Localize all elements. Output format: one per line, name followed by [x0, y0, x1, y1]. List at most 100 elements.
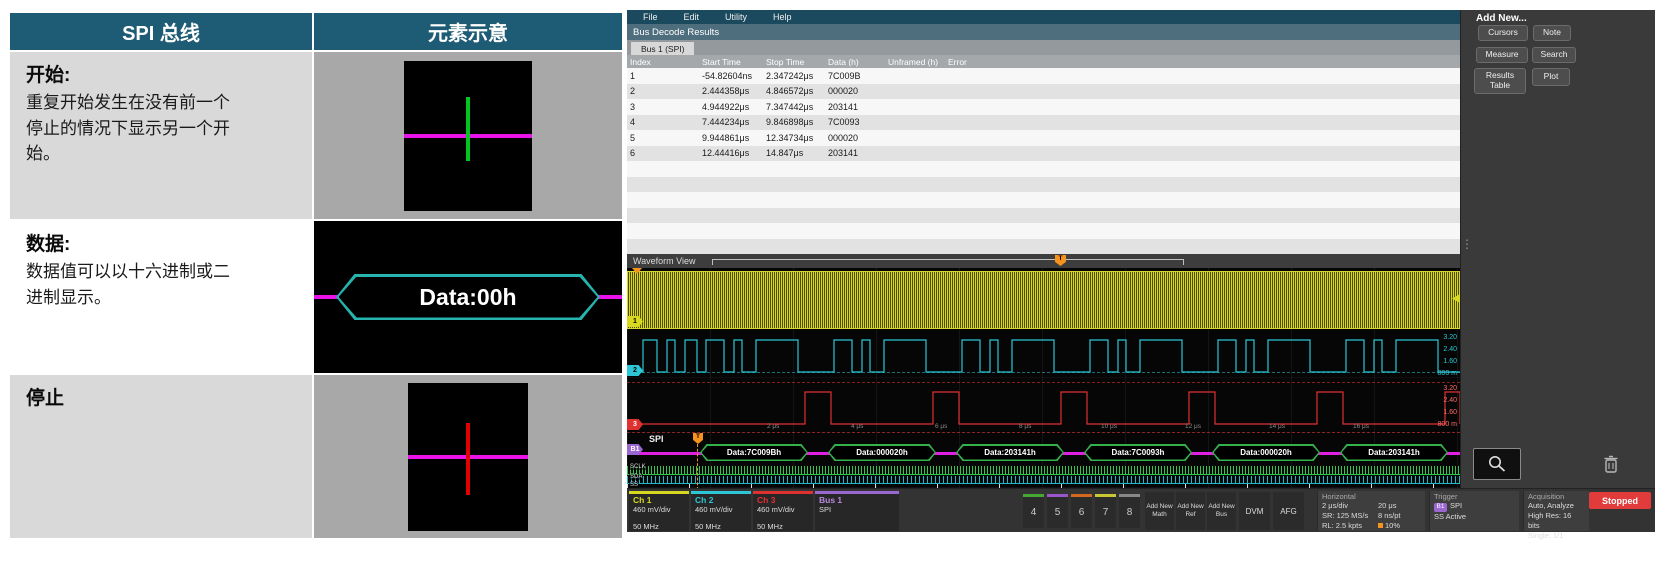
data-hexagon: Data:00h [336, 274, 600, 320]
position-icon [1378, 523, 1383, 528]
ch2-settings-badge[interactable]: Ch 2 460 mV/div 50 MHz [691, 491, 751, 531]
measure-button[interactable]: Measure [1476, 47, 1528, 63]
dvm-button[interactable]: DVM [1239, 492, 1270, 530]
start-marker-line [466, 97, 470, 161]
trigger-panel[interactable]: Trigger B1SPI SS Active [1429, 491, 1519, 531]
acquisition-title: Acquisition [1528, 492, 1585, 501]
ch2-scale-tick: 800 m [1438, 370, 1457, 377]
ch3-settings-badge[interactable]: Ch 3 460 mV/div 50 MHz [753, 491, 813, 531]
add-new-bus-button[interactable]: Add New Bus [1207, 492, 1236, 530]
ch8-button[interactable]: 8 [1119, 494, 1140, 528]
table-row[interactable]: 22.444358μs4.846572μs000020 [627, 84, 1460, 100]
data-hexagon-label: Data:00h [419, 284, 516, 311]
cursors-button[interactable]: Cursors [1478, 25, 1528, 41]
column-index: Index [627, 57, 699, 67]
bus-decode-results-titlebar[interactable]: Bus Decode Results [627, 24, 1460, 40]
trash-icon [1602, 454, 1620, 474]
plot-button[interactable]: Plot [1532, 68, 1570, 86]
acquisition-mode: Auto, Analyze [1528, 501, 1585, 511]
cell: 4 [627, 117, 699, 127]
results-table-button[interactable]: Results Table [1474, 68, 1526, 94]
doc-header-spi-bus: SPI 总线 [10, 13, 312, 50]
time-tick: 6 μs [935, 423, 947, 430]
menu-utility[interactable]: Utility [725, 12, 747, 22]
table-row[interactable]: 34.944922μs7.347442μs203141 [627, 99, 1460, 115]
panel-handle-icon[interactable]: ⋮ [1461, 238, 1473, 250]
ch6-button[interactable]: 6 [1071, 494, 1092, 528]
cell: 2 [627, 86, 699, 96]
doc-table: SPI 总线 元素示意 开始: 重复开始发生在没有前一个停止的情况下显示另一个开… [10, 13, 622, 538]
ch1-waveform [627, 271, 1460, 329]
bus-decode-results-title: Bus Decode Results [633, 27, 719, 38]
table-row[interactable]: 59.944861μs12.34734μs000020 [627, 130, 1460, 146]
acquisition-panel[interactable]: Acquisition Auto, Analyze High Res: 16 b… [1523, 491, 1589, 531]
menu-file[interactable]: File [643, 12, 658, 22]
menu-help[interactable]: Help [773, 12, 792, 22]
afg-button[interactable]: AFG [1273, 492, 1304, 530]
cell: 7C0093 [825, 117, 885, 127]
screen: SPI 总线 元素示意 开始: 重复开始发生在没有前一个停止的情况下显示另一个开… [0, 0, 1655, 565]
decode-table-header: Index Start Time Stop Time Data (h) Unfr… [627, 55, 1460, 68]
bus-frame: Data:7C009Bh [700, 444, 808, 461]
table-row-empty [627, 161, 1460, 177]
channel-bandwidth: 50 MHz [633, 522, 685, 531]
time-tick: 4 μs [851, 423, 863, 430]
time-tick: 12 μs [1185, 423, 1201, 430]
ch5-button[interactable]: 5 [1047, 494, 1068, 528]
cell: 6 [627, 148, 699, 158]
ch3-scale-tick: 3.20 [1443, 385, 1457, 392]
menu-edit[interactable]: Edit [684, 12, 700, 22]
cell: 12.34734μs [763, 133, 825, 143]
ch2-scale-tick: 3.20 [1443, 334, 1457, 341]
ch3-graticule-top [627, 382, 1460, 383]
add-new-ref-button[interactable]: Add New Ref [1176, 492, 1205, 530]
digital-ss-row: SS [627, 484, 1460, 488]
bus-type: SPI [819, 505, 895, 514]
table-row[interactable]: 1-54.82604ns2.347242μs7C009B [627, 68, 1460, 84]
ch4-button[interactable]: 4 [1023, 494, 1044, 528]
horizontal-scale: 2 μs/div [1322, 501, 1378, 511]
trigger-type: SPI [1450, 501, 1462, 510]
acquisition-count: Single: 1/1 [1528, 531, 1585, 541]
menu-bar: File Edit Utility Help [627, 10, 1460, 24]
table-row[interactable]: 612.44416μs14.847μs203141 [627, 146, 1460, 162]
channel-name: Ch 2 [695, 495, 747, 505]
search-button[interactable]: Search [1532, 47, 1576, 63]
time-tick: 2 μs [767, 423, 779, 430]
time-tick: 16 μs [1353, 423, 1369, 430]
sample-rate: SR: 125 MS/s [1322, 511, 1378, 521]
table-row[interactable]: 47.444234μs9.846898μs7C0093 [627, 115, 1460, 131]
bus1-settings-badge[interactable]: Bus 1 SPI [815, 491, 899, 531]
stopped-status-button[interactable]: Stopped [1589, 492, 1651, 509]
cell: 4.846572μs [763, 86, 825, 96]
ch3-scale-tick: 1.60 [1443, 409, 1457, 416]
horizontal-title: Horizontal [1322, 492, 1421, 501]
sidebar: Add New... Cursors Note Measure Search R… [1460, 10, 1655, 488]
channel-vdiv: 460 mV/div [695, 505, 747, 514]
channel-vdiv: 460 mV/div [757, 505, 809, 514]
horizontal-panel[interactable]: Horizontal 2 μs/div20 μs SR: 125 MS/s8 n… [1317, 491, 1425, 531]
record-view-ruler[interactable] [712, 259, 1184, 265]
column-start-time: Start Time [699, 57, 763, 67]
settings-bar: Ch 1 460 mV/div 50 MHz Ch 2 460 mV/div 5… [627, 488, 1655, 532]
bus-spi-label: SPI [649, 434, 664, 444]
doc-stop-illustration [314, 375, 622, 538]
tab-bus1-spi[interactable]: Bus 1 (SPI) [631, 42, 694, 55]
waveform-view-titlebar[interactable]: Waveform View T [627, 254, 1460, 268]
trigger-marker-icon[interactable]: T [693, 433, 703, 444]
note-button[interactable]: Note [1533, 25, 1571, 41]
channel-bandwidth: 50 MHz [695, 522, 747, 531]
add-new-math-button[interactable]: Add New Math [1145, 492, 1174, 530]
trigger-source-badge: B1 [1434, 503, 1447, 512]
ch7-button[interactable]: 7 [1095, 494, 1116, 528]
trash-button[interactable] [1591, 450, 1631, 478]
time-tick: 8 μs [1019, 423, 1031, 430]
doc-data-illustration: Data:00h [314, 221, 622, 373]
bus-frame: Data:000020h [828, 444, 936, 461]
column-stop-time: Stop Time [763, 57, 825, 67]
bus-frame: Data:203141h [1340, 444, 1448, 461]
ch3-waveform [627, 382, 1460, 434]
ch1-settings-badge[interactable]: Ch 1 460 mV/div 50 MHz [629, 491, 689, 531]
column-unframed-h: Unframed (h) [885, 57, 945, 67]
zoom-button[interactable] [1473, 448, 1521, 480]
